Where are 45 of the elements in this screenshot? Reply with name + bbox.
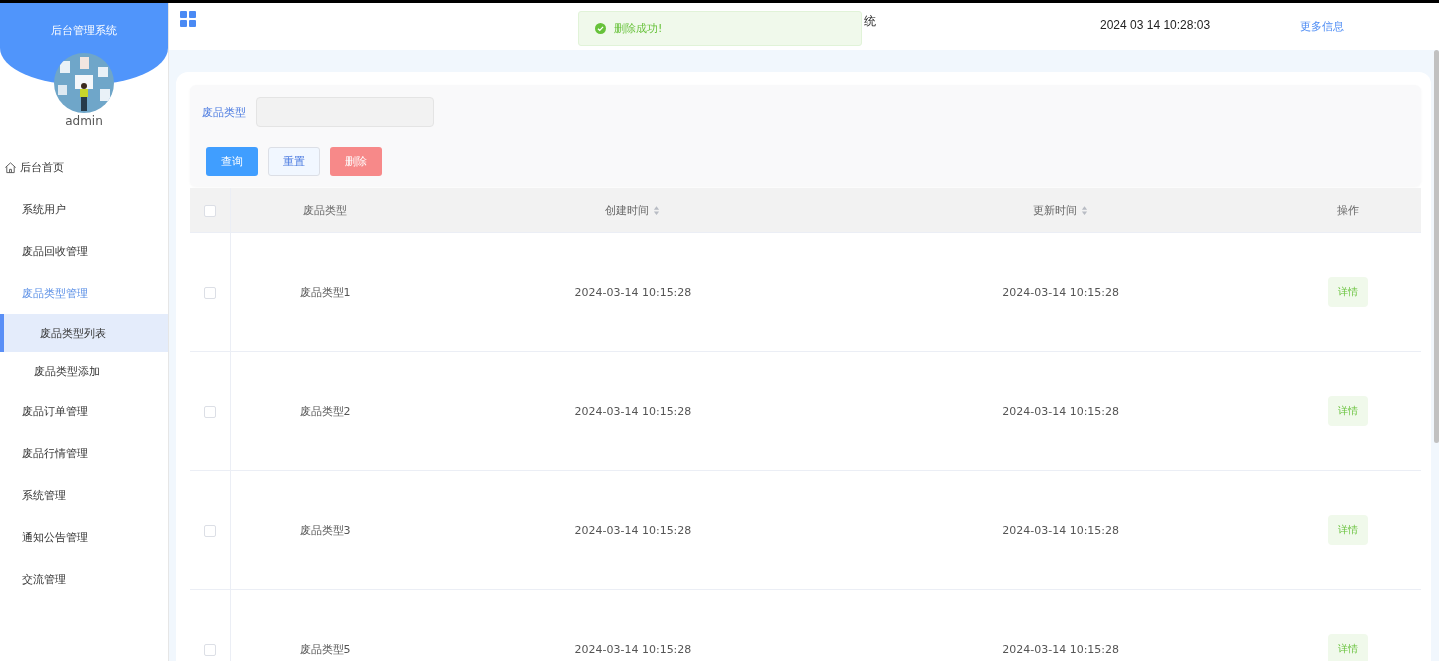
username: admin — [65, 114, 103, 128]
column-header: 更新时间 — [1033, 202, 1078, 218]
checkbox[interactable] — [204, 286, 216, 299]
field-label: 废品类型 — [202, 104, 246, 120]
check-icon — [595, 23, 606, 34]
menu-item[interactable]: 交流管理 — [0, 558, 168, 600]
table-cell: 废品类型1 — [299, 285, 351, 299]
checkbox[interactable] — [204, 643, 216, 656]
submenu-item[interactable]: 废品类型列表 — [0, 314, 168, 352]
table-cell: 废品类型2 — [299, 404, 351, 418]
column-header: 废品类型 — [303, 202, 347, 218]
menu-item[interactable]: 废品回收管理 — [0, 230, 168, 272]
table-cell: 废品类型3 — [299, 523, 351, 537]
table-cell: 废品类型5 — [299, 642, 351, 656]
toast-message: 删除成功! — [614, 21, 663, 36]
table-cell: 2024-03-14 10:15:28 — [1002, 285, 1120, 299]
sort-icon[interactable] — [1081, 204, 1089, 216]
datetime: 2024 03 14 10:28:03 — [1100, 18, 1211, 32]
table-cell: 2024-03-14 10:15:28 — [574, 404, 692, 418]
home-icon — [4, 160, 17, 174]
more-info-link[interactable]: 更多信息 — [1300, 19, 1344, 34]
table-cell: 2024-03-14 10:15:28 — [574, 642, 692, 656]
menu-icon[interactable] — [180, 11, 196, 27]
checkbox[interactable] — [204, 204, 216, 217]
checkbox[interactable] — [204, 524, 216, 537]
app-title: 后台管理系统 — [51, 23, 117, 37]
menu-item[interactable]: 通知公告管理 — [0, 516, 168, 558]
column-header: 创建时间 — [605, 202, 650, 218]
menu-item[interactable]: 废品订单管理 — [0, 390, 168, 432]
table-cell: 2024-03-14 10:15:28 — [574, 523, 692, 537]
menu-item[interactable]: 废品行情管理 — [0, 432, 168, 474]
table-cell: 2024-03-14 10:15:28 — [1002, 404, 1120, 418]
scrollbar[interactable] — [1434, 50, 1439, 443]
menu-item[interactable]: 系统用户 — [0, 188, 168, 230]
menu-item[interactable]: 后台首页 — [0, 146, 168, 188]
table-cell: 2024-03-14 10:15:28 — [1002, 642, 1120, 656]
page-title: 统 — [864, 13, 876, 30]
sort-icon[interactable] — [653, 204, 661, 216]
column-header: 操作 — [1336, 202, 1359, 218]
checkbox[interactable] — [204, 405, 216, 418]
action-button[interactable]: 重置 — [268, 147, 320, 176]
table-cell: 2024-03-14 10:15:28 — [1002, 523, 1120, 537]
table-cell: 2024-03-14 10:15:28 — [574, 285, 692, 299]
menu-item[interactable]: 系统管理 — [0, 474, 168, 516]
submenu-item[interactable]: 废品类型添加 — [0, 352, 168, 390]
